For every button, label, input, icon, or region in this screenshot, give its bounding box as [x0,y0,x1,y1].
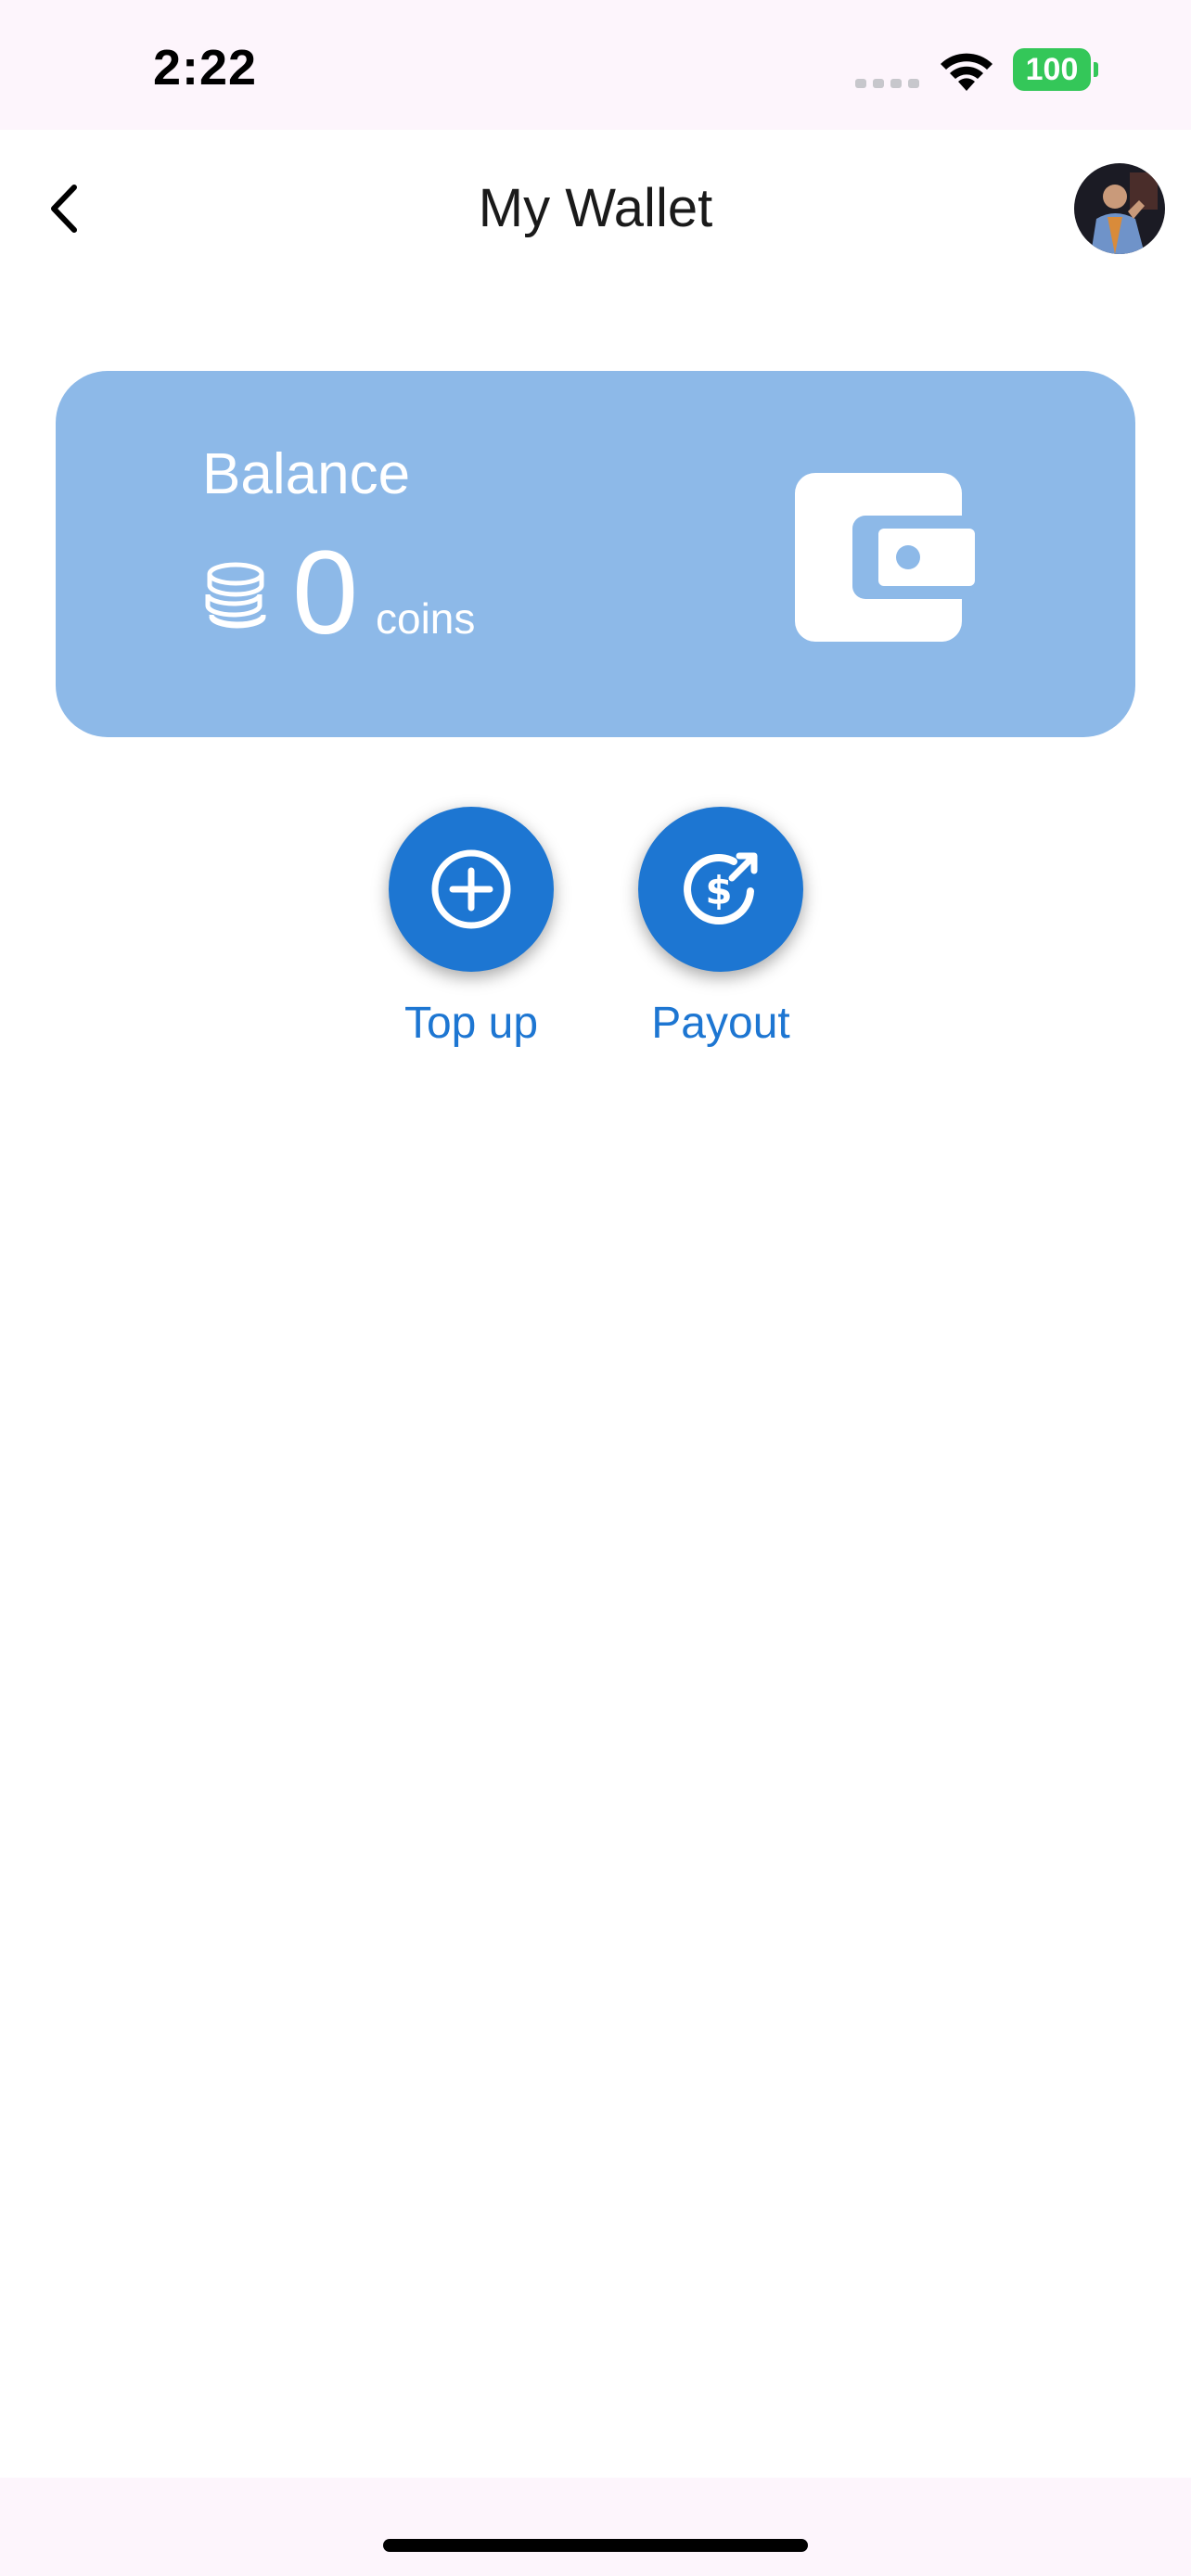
payout-label[interactable]: Payout [637,998,804,1049]
battery-level: 100 [1013,48,1091,91]
payout-action[interactable]: $ Payout [637,807,804,1049]
balance-value: 0 [292,527,359,659]
svg-text:$: $ [705,868,732,913]
home-indicator[interactable] [383,2539,808,2552]
bottom-safe-area [0,2478,1191,2576]
balance-card: Balance 0 coins [56,371,1135,737]
wallet-icon [795,473,975,642]
status-bar: 2:22 100 [0,0,1191,130]
balance-label: Balance [202,442,411,506]
battery-tip [1094,62,1098,77]
battery-indicator: 100 [1013,48,1098,91]
wallet-screen: 2:22 100 My Wallet Balance 0 coins Top u… [0,0,1191,2576]
status-time: 2:22 [153,40,258,96]
top-up-action[interactable]: Top up [388,807,555,1049]
cellular-signal-icon [855,79,919,88]
coins-icon [205,562,266,629]
top-up-button[interactable] [389,807,554,972]
plus-circle-icon [431,849,511,929]
user-avatar[interactable] [1074,163,1165,254]
balance-unit: coins [376,594,476,643]
dollar-payout-icon: $ [684,852,758,925]
wifi-icon [941,53,992,91]
page-title: My Wallet [478,178,713,238]
top-up-label[interactable]: Top up [388,998,555,1049]
payout-button[interactable]: $ [638,807,803,972]
